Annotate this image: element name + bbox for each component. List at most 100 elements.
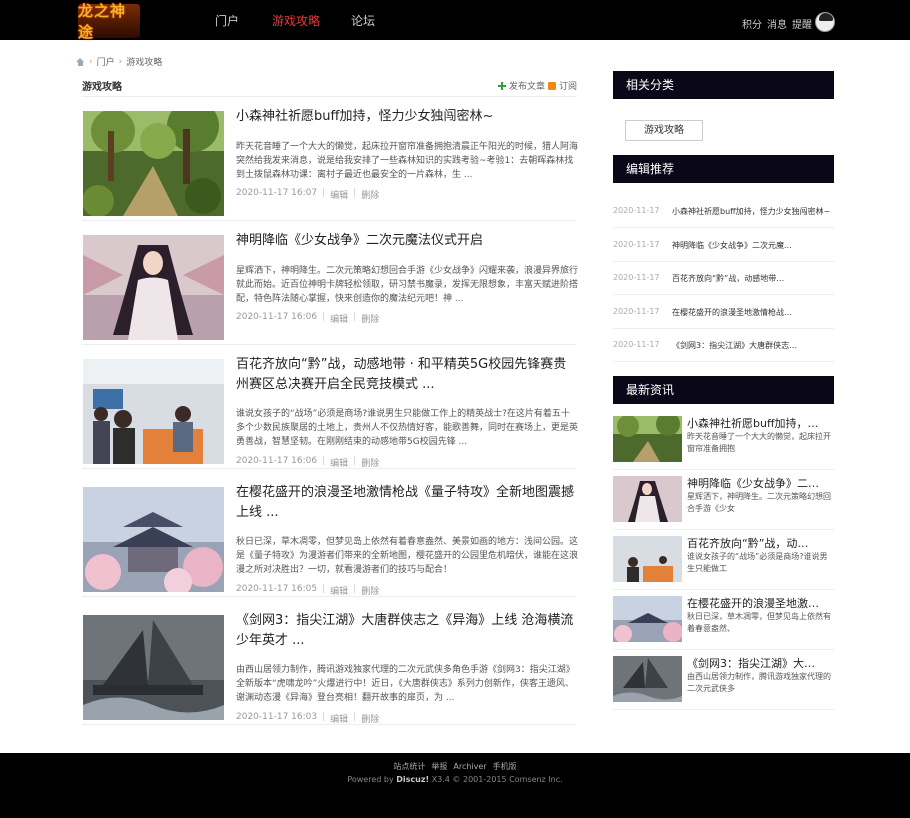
recommend-item[interactable]: 2020-11-17 百花齐放向“黔”战，动感地带… xyxy=(613,262,834,295)
breadcrumb: › 门户 › 游戏攻略 xyxy=(76,55,162,68)
article-thumbnail[interactable] xyxy=(83,111,224,216)
recommend-item[interactable]: 2020-11-17 神明降临《少女战争》二次元魔... xyxy=(613,229,834,262)
edit-link[interactable]: 编辑 xyxy=(330,584,348,597)
delete-link[interactable]: 删除 xyxy=(361,188,379,201)
article-date: 2020-11-17 16:06 xyxy=(236,456,318,466)
nav-forum[interactable]: 论坛 xyxy=(351,12,375,29)
news-title[interactable]: 小森神社祈愿buff加持，… xyxy=(687,415,834,431)
news-thumbnail[interactable] xyxy=(613,596,682,642)
article-title[interactable]: 在樱花盛开的浪漫圣地激情枪战《量子特攻》全新地图震撼上线 ... xyxy=(236,483,576,523)
delete-link[interactable]: 删除 xyxy=(361,456,379,469)
article-summary: 昨天花音睡了一个大大的懒觉，起床拉开窗帘准备拥抱清晨正午阳光的时候，猎人阿海突然… xyxy=(236,142,579,180)
news-item: 《剑网3：指尖江湖》大… 由西山居领力制作，腾讯游戏独家代理的二次元武侠多 xyxy=(613,650,834,710)
subscribe-button[interactable]: 订阅 xyxy=(548,79,577,92)
notifications-link[interactable]: 提醒 xyxy=(792,16,812,31)
article-title[interactable]: 神明降临《少女战争》二次元魔法仪式开启 xyxy=(236,231,576,251)
edit-link[interactable]: 编辑 xyxy=(330,712,348,725)
article-summary: 由西山居领力制作，腾讯游戏独家代理的二次元武侠多角色手游《剑网3：指尖江湖》全新… xyxy=(236,665,575,703)
article-item: 神明降临《少女战争》二次元魔法仪式开启 星辉洒下，神明降生。二次元策略幻想回合手… xyxy=(82,221,578,345)
news-title[interactable]: 神明降临《少女战争》二… xyxy=(687,475,834,491)
discuz-brand-link[interactable]: Discuz! xyxy=(396,775,429,784)
news-item: 在樱花盛开的浪漫圣地激… 秋日已深，草木凋零，但梦见岛上依然有着春意盎然、 xyxy=(613,590,834,650)
footer-stats-link[interactable]: 站点统计 xyxy=(393,762,425,771)
publish-article-button[interactable]: 发布文章 xyxy=(498,79,545,92)
plus-icon xyxy=(498,81,506,90)
editor-recommend-heading: 编辑推荐 xyxy=(613,155,834,183)
recommend-date: 2020-11-17 xyxy=(613,340,660,349)
page-title: 游戏攻略 xyxy=(82,82,122,93)
article-thumbnail[interactable] xyxy=(83,235,224,340)
news-item: 百花齐放向“黔”战，动… 谁说女孩子的“战场”必须是商场?谁说男生只能做工 xyxy=(613,530,834,590)
article-summary: 谁说女孩子的“战场”必须是商场?谁说男生只能做工作上的精英战士?在这片有着五十多… xyxy=(236,409,579,447)
news-summary: 由西山居领力制作，腾讯游戏独家代理的二次元武侠多 xyxy=(687,672,831,693)
footer-mobile-link[interactable]: 手机版 xyxy=(493,762,517,771)
delete-link[interactable]: 删除 xyxy=(361,312,379,325)
top-navbar: 龙之神途 门户 游戏攻略 论坛 积分 消息 提醒 xyxy=(0,0,910,41)
news-thumbnail[interactable] xyxy=(613,656,682,702)
article-thumbnail[interactable] xyxy=(83,487,224,592)
rss-icon xyxy=(548,81,556,90)
news-summary: 昨天花音睡了一个大大的懒觉，起床拉开窗帘准备拥抱 xyxy=(687,432,831,453)
recommend-item[interactable]: 2020-11-17 《剑网3：指尖江湖》大唐群侠志… xyxy=(613,329,834,362)
copyright: Powered by Discuz! X3.4 © 2001-2015 Coms… xyxy=(0,775,910,784)
nav-portal[interactable]: 门户 xyxy=(215,12,239,29)
article-item: 小森神社祈愿buff加持，怪力少女独闯密林~ 昨天花音睡了一个大大的懒觉，起床拉… xyxy=(82,97,579,221)
delete-link[interactable]: 删除 xyxy=(361,712,379,725)
article-date: 2020-11-17 16:05 xyxy=(236,584,318,594)
footer: 站点统计 举报 Archiver 手机版 Powered by Discuz! X3.… xyxy=(0,753,910,818)
footer-report-link[interactable]: 举报 xyxy=(431,762,447,771)
delete-link[interactable]: 删除 xyxy=(361,584,379,597)
news-thumbnail[interactable] xyxy=(613,536,682,582)
article-title[interactable]: 百花齐放向“黔”战，动感地带 · 和平精英5G校园先锋赛贵州赛区总决赛开启全民竞… xyxy=(236,355,576,395)
breadcrumb-current: 游戏攻略 xyxy=(126,58,163,68)
recommend-date: 2020-11-17 xyxy=(613,307,660,316)
news-title[interactable]: 在樱花盛开的浪漫圣地激… xyxy=(687,595,834,611)
article-title[interactable]: 《剑网3：指尖江湖》大唐群侠志之《异海》上线 沧海横流少年英才 ... xyxy=(236,611,576,651)
points-link[interactable]: 积分 xyxy=(742,16,762,31)
recommend-date: 2020-11-17 xyxy=(613,273,660,282)
article-item: 《剑网3：指尖江湖》大唐群侠志之《异海》上线 沧海横流少年英才 ... 由西山居… xyxy=(82,601,576,725)
publish-label: 发布文章 xyxy=(509,82,546,92)
edit-link[interactable]: 编辑 xyxy=(330,456,348,469)
article-date: 2020-11-17 16:07 xyxy=(236,188,318,198)
messages-link[interactable]: 消息 xyxy=(767,16,787,31)
news-summary: 秋日已深，草木凋零，但梦见岛上依然有着春意盎然、 xyxy=(687,612,831,633)
news-title[interactable]: 《剑网3：指尖江湖》大… xyxy=(687,655,834,671)
nav-game-guide[interactable]: 游戏攻略 xyxy=(272,12,320,29)
edit-link[interactable]: 编辑 xyxy=(330,188,348,201)
chevron-right-icon: › xyxy=(118,56,123,67)
article-item: 百花齐放向“黔”战，动感地带 · 和平精英5G校园先锋赛贵州赛区总决赛开启全民竞… xyxy=(82,345,579,469)
recommend-title[interactable]: 神明降临《少女战争》二次元魔... xyxy=(672,240,834,251)
recommend-date: 2020-11-17 xyxy=(613,240,660,249)
recommend-title[interactable]: 《剑网3：指尖江湖》大唐群侠志… xyxy=(672,340,834,351)
chevron-right-icon: › xyxy=(89,56,93,67)
news-summary: 谁说女孩子的“战场”必须是商场?谁说男生只能做工 xyxy=(687,552,828,573)
avatar[interactable] xyxy=(815,12,835,32)
recommend-date: 2020-11-17 xyxy=(613,206,660,215)
article-date: 2020-11-17 16:03 xyxy=(236,712,318,722)
news-thumbnail[interactable] xyxy=(613,476,682,522)
news-thumbnail[interactable] xyxy=(613,416,682,462)
article-thumbnail[interactable] xyxy=(83,615,224,720)
recommend-title[interactable]: 小森神社祈愿buff加持，怪力少女独闯密林~ xyxy=(672,206,834,217)
subscribe-label: 订阅 xyxy=(559,82,578,92)
article-meta: 2020-11-17 16:03 | 编辑 | 删除 xyxy=(236,712,380,725)
news-title[interactable]: 百花齐放向“黔”战，动… xyxy=(687,535,834,551)
breadcrumb-portal[interactable]: 门户 xyxy=(97,55,115,68)
home-icon[interactable] xyxy=(76,57,85,66)
article-meta: 2020-11-17 16:06 | 编辑 | 删除 xyxy=(236,456,380,469)
recommend-title[interactable]: 在樱花盛开的浪漫圣地激情枪战… xyxy=(672,307,834,318)
article-summary: 秋日已深，草木凋零，但梦见岛上依然有着春意盎然、美景如画的地方：浅间公园。这是《… xyxy=(236,537,579,575)
article-title[interactable]: 小森神社祈愿buff加持，怪力少女独闯密林~ xyxy=(236,107,576,127)
article-thumbnail[interactable] xyxy=(83,359,224,464)
edit-link[interactable]: 编辑 xyxy=(330,312,348,325)
recommend-item[interactable]: 2020-11-17 小森神社祈愿buff加持，怪力少女独闯密林~ xyxy=(613,195,834,228)
footer-archiver-link[interactable]: Archiver xyxy=(453,762,486,771)
footer-links: 站点统计 举报 Archiver 手机版 xyxy=(0,761,910,772)
category-game-guide-button[interactable]: 游戏攻略 xyxy=(625,120,703,141)
recommend-item[interactable]: 2020-11-17 在樱花盛开的浪漫圣地激情枪战… xyxy=(613,296,834,329)
site-logo-text: 龙之神途 xyxy=(78,2,127,41)
site-logo[interactable]: 龙之神途 xyxy=(78,2,140,41)
article-meta: 2020-11-17 16:06 | 编辑 | 删除 xyxy=(236,312,380,325)
recommend-title[interactable]: 百花齐放向“黔”战，动感地带… xyxy=(672,273,834,284)
